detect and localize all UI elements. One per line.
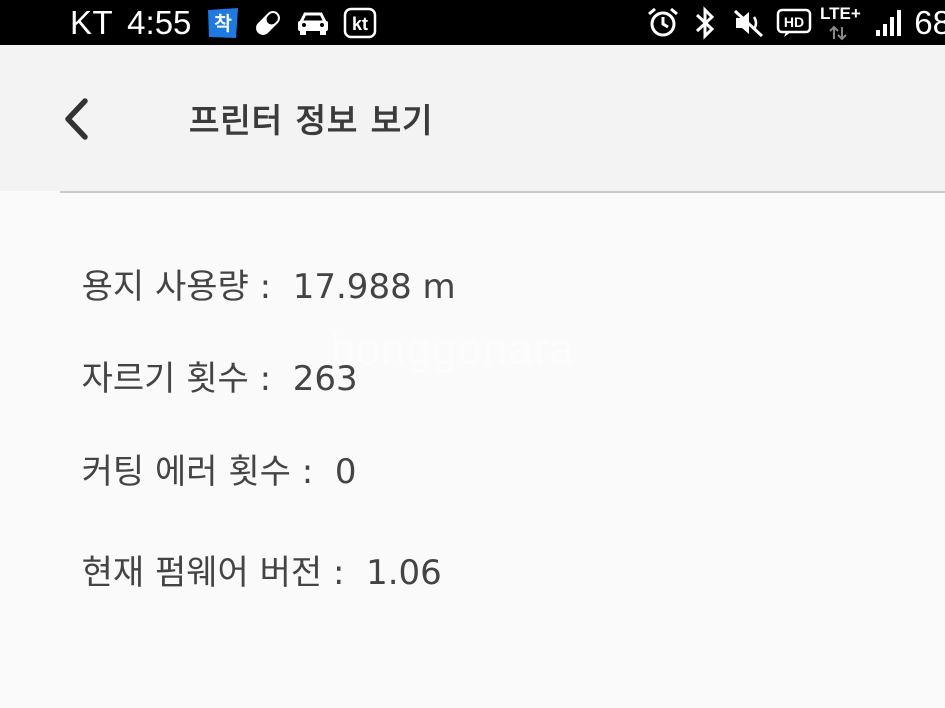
info-value: 17.988 m	[292, 267, 456, 307]
svg-text:HD: HD	[784, 14, 804, 30]
status-bar: KT 4:55 착 kt HD LTE+ 68	[0, 0, 945, 45]
watermark: bonggonara	[330, 325, 575, 374]
info-separator: :	[248, 359, 293, 399]
info-separator: :	[290, 452, 335, 492]
info-label: 자르기 횟수	[81, 359, 249, 399]
battery-level: 68	[914, 4, 945, 41]
info-row-firmware-version: 현재 펌웨어 버전 : 1.06	[60, 507, 442, 595]
back-button[interactable]	[50, 89, 102, 149]
info-label: 커팅 에러 횟수	[81, 452, 291, 492]
info-separator: :	[248, 267, 293, 307]
info-value: 0	[334, 452, 357, 492]
info-separator: :	[322, 553, 367, 593]
clock: 4:55	[127, 4, 192, 41]
pill-icon	[251, 0, 285, 45]
page-title: 프린터 정보 보기	[189, 101, 434, 140]
svg-text:착: 착	[215, 13, 233, 35]
svg-text:LTE+: LTE+	[820, 4, 861, 23]
info-row-paper-usage: 용지 사용량 : 17.988 m	[60, 221, 456, 309]
signal-icon	[874, 0, 904, 45]
hd-voice-icon: HD	[776, 0, 812, 45]
carrier-label: KT	[70, 4, 114, 41]
kt-app-icon: kt	[343, 0, 377, 45]
info-value: 1.06	[366, 553, 442, 593]
svg-text:kt: kt	[352, 14, 368, 34]
status-bar-left: KT 4:55 착 kt	[0, 0, 377, 45]
app-bar: 프린터 정보 보기	[0, 45, 945, 191]
bluetooth-icon	[692, 0, 718, 45]
header-divider	[60, 191, 945, 193]
chevron-left-icon	[65, 98, 88, 140]
alarm-icon	[646, 0, 680, 45]
info-row-cut-count: 자르기 횟수 : 263	[60, 313, 358, 401]
car-icon	[295, 0, 331, 45]
lte-icon: LTE+	[818, 0, 868, 45]
status-bar-right: HD LTE+ 68	[646, 0, 945, 45]
info-row-cutting-error-count: 커팅 에러 횟수 : 0	[60, 406, 357, 494]
info-label: 현재 펌웨어 버전	[81, 553, 323, 593]
info-label: 용지 사용량	[81, 267, 249, 307]
mute-icon	[732, 0, 766, 45]
chak-app-icon: 착	[205, 0, 241, 45]
